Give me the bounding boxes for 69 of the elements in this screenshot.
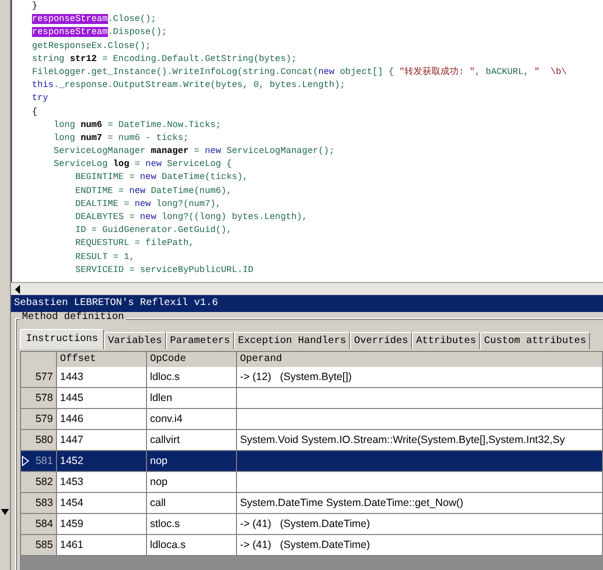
code-line: string str12 = Encoding.Default.GetString(bytes); bbox=[32, 52, 298, 66]
code-line: REQUESTURL = filePath, bbox=[74, 237, 196, 250]
row-header[interactable]: 578 bbox=[21, 388, 57, 409]
table-cell: nop bbox=[147, 451, 237, 472]
code-line: getResponseEx.Close(); bbox=[32, 40, 152, 53]
panel-title: Sebastien LEBRETON's Reflexil v1.6 bbox=[11, 295, 603, 312]
table-cell: System.Void System.IO.Stream::Write(System.Byte[],System.Int32,Sy bbox=[237, 430, 603, 451]
group-label: Method definition bbox=[20, 312, 126, 323]
table-cell: 1461 bbox=[57, 535, 147, 556]
column-header[interactable]: OpCode bbox=[147, 352, 237, 368]
code-line: ID = GuidGenerator.GetGuid(), bbox=[74, 224, 233, 238]
table-cell: nop bbox=[147, 472, 237, 493]
code-line: ENDTIME = new DateTime(num6), bbox=[74, 184, 233, 198]
code-line: DEALTIME = new long?(num7), bbox=[74, 198, 222, 211]
tab[interactable]: Overrides bbox=[350, 332, 412, 349]
scroll-left-icon[interactable] bbox=[14, 284, 22, 294]
column-header[interactable]: Operand bbox=[237, 352, 603, 368]
table-cell: -> (41) (System.DateTime) bbox=[237, 535, 603, 556]
code-line: DEALBYTES = new long?((long) bytes.Length), bbox=[74, 211, 308, 224]
table-cell: 1453 bbox=[57, 472, 147, 493]
column-header[interactable]: Offset bbox=[57, 352, 147, 368]
code-line: } bbox=[32, 0, 38, 13]
table-cell: -> (12) (System.Byte[]) bbox=[237, 367, 603, 388]
code-line: BEGINTIME = new DateTime(ticks), bbox=[74, 171, 250, 184]
tab[interactable]: Variables bbox=[104, 332, 166, 349]
tab[interactable]: Custom attributes bbox=[480, 332, 590, 349]
table-cell: conv.i4 bbox=[147, 409, 237, 430]
tab[interactable]: Instructions bbox=[20, 329, 104, 349]
table-cell: callvirt bbox=[147, 430, 237, 451]
table-cell: 1443 bbox=[57, 367, 147, 388]
table-cell: -> (41) (System.DateTime) bbox=[237, 514, 603, 535]
row-header[interactable]: 583 bbox=[21, 493, 57, 514]
table-cell: 1446 bbox=[57, 409, 147, 430]
table-cell: stloc.s bbox=[147, 514, 237, 535]
table-cell: 1454 bbox=[57, 493, 147, 514]
table-cell: ldlen bbox=[147, 388, 237, 409]
row-header[interactable]: 582 bbox=[21, 472, 57, 493]
tab[interactable]: Exception Handlers bbox=[234, 332, 350, 349]
code-line: this._response.OutputStream.Write(bytes, 0, bytes.Length); bbox=[32, 79, 346, 92]
scroll-down-icon[interactable] bbox=[1, 509, 9, 515]
table-cell: System.DateTime System.DateTime::get_Now() bbox=[237, 493, 603, 514]
code-line: ServiceLogManager manager = new ServiceLogManager(); bbox=[52, 145, 336, 158]
code-line: FileLogger.get_Instance().WriteInfoLog(string.Concat(new object[] { "转发获取成功: ", bACKURL, " \b\ bbox=[32, 66, 568, 79]
table-cell: 1445 bbox=[57, 388, 147, 409]
table-cell: call bbox=[147, 493, 237, 514]
code-line: ServiceLog log = new ServiceLog { bbox=[52, 158, 233, 172]
code-line: try bbox=[32, 92, 50, 106]
code-line: long num6 = DateTime.Now.Ticks; bbox=[52, 118, 222, 132]
row-header[interactable]: 581 bbox=[21, 451, 57, 472]
row-header[interactable]: 584 bbox=[21, 514, 57, 535]
horizontal-scrollbar[interactable] bbox=[11, 282, 603, 295]
tab[interactable]: Parameters bbox=[166, 332, 234, 349]
table-cell: ldloca.s bbox=[147, 535, 237, 556]
table-cell: 1447 bbox=[57, 430, 147, 451]
table-cell: 1452 bbox=[57, 451, 147, 472]
code-line: responseStream.Dispose(); bbox=[32, 26, 168, 40]
table-cell: 1459 bbox=[57, 514, 147, 535]
table-cell: ldloc.s bbox=[147, 367, 237, 388]
current-row-icon bbox=[22, 456, 29, 466]
tab[interactable]: Attributes bbox=[412, 332, 480, 349]
row-header[interactable]: 579 bbox=[21, 409, 57, 430]
row-header[interactable]: 580 bbox=[21, 430, 57, 451]
row-header[interactable]: 577 bbox=[21, 367, 57, 388]
code-line: long num7 = num6 - ticks; bbox=[52, 132, 190, 145]
code-line: { bbox=[32, 106, 38, 118]
code-line: responseStream.Close(); bbox=[32, 13, 158, 26]
code-line: SERVICEID = serviceByPublicURL.ID bbox=[74, 264, 254, 277]
row-header[interactable]: 585 bbox=[21, 535, 57, 556]
code-line: RESULT = 1, bbox=[74, 250, 136, 264]
